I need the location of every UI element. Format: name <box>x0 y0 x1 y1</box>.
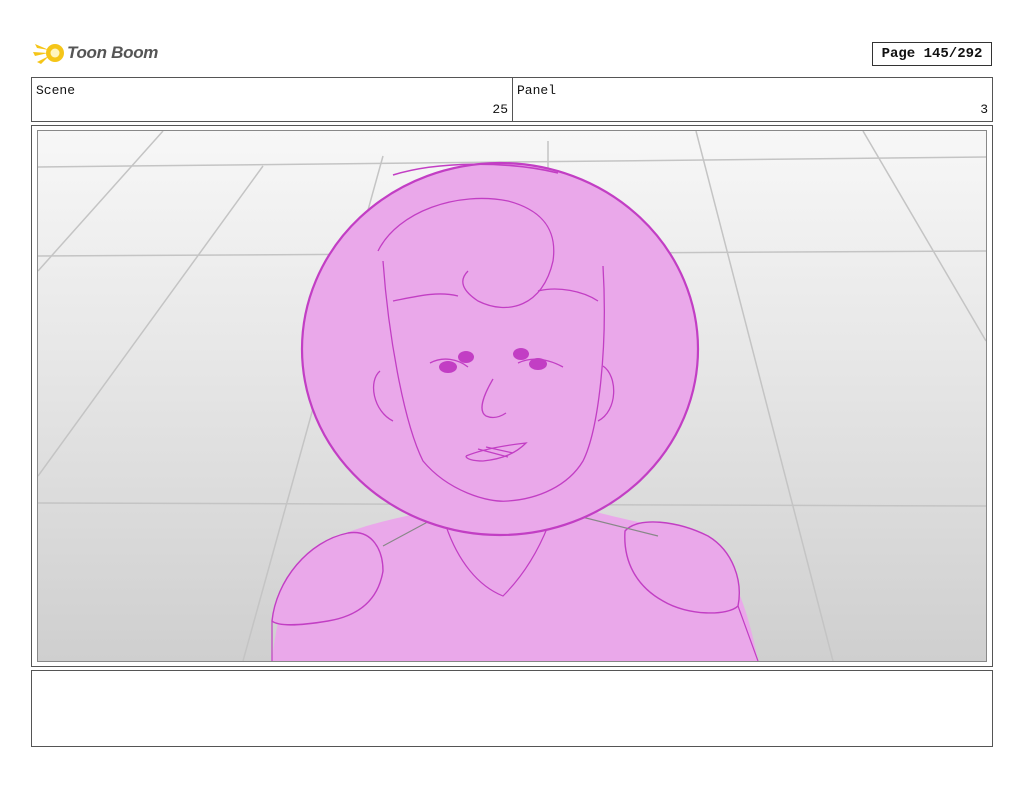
scene-cell: Scene 25 <box>32 78 513 121</box>
scene-number: 25 <box>492 102 508 117</box>
helmet-bubble <box>300 161 700 537</box>
toon-boom-logo: Toon Boom <box>33 37 163 69</box>
scene-panel-header: Scene 25 Panel 3 <box>31 77 993 122</box>
page-indicator: Page 145/292 <box>872 42 992 66</box>
toon-boom-logo-icon <box>33 44 64 64</box>
storyboard-drawing <box>37 130 987 662</box>
sketch-illustration <box>38 131 986 661</box>
panel-number: 3 <box>980 102 988 117</box>
panel-cell: Panel 3 <box>513 78 992 121</box>
scene-label: Scene <box>36 83 76 98</box>
logo-text: Toon Boom <box>67 43 159 62</box>
panel-label: Panel <box>517 83 557 98</box>
notes-box[interactable] <box>31 670 993 747</box>
